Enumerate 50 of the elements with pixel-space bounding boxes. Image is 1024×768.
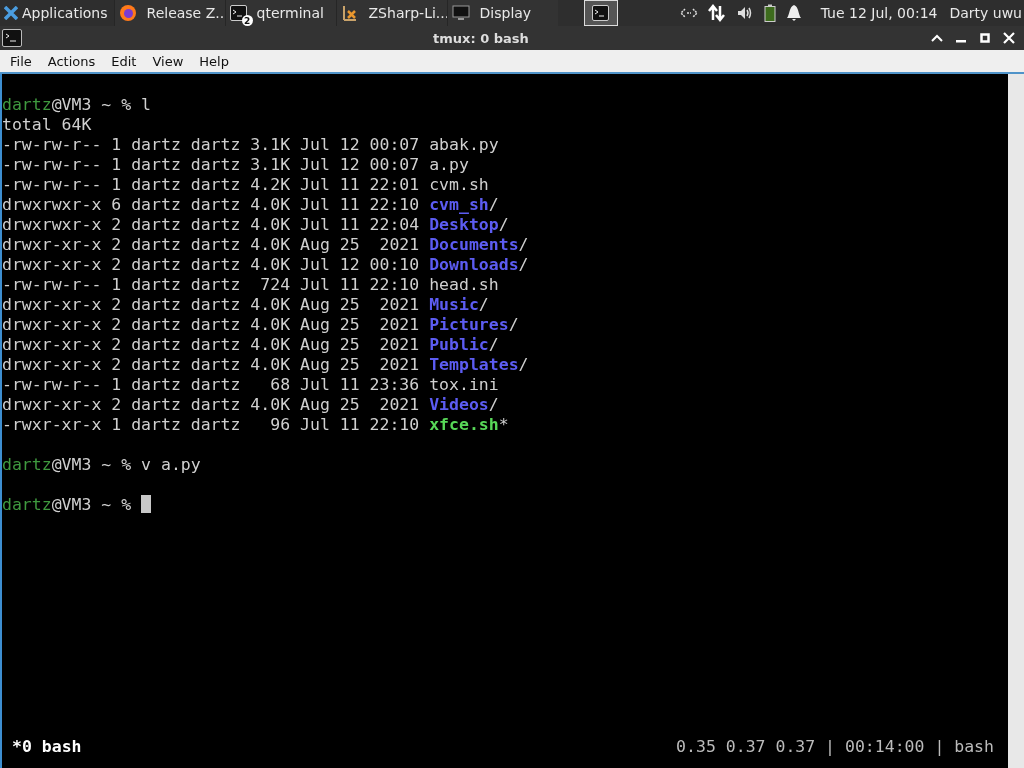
menu-item[interactable]: Help	[191, 53, 237, 69]
clock[interactable]: Tue 12 Jul, 00:14	[820, 5, 938, 21]
shade-button[interactable]	[930, 33, 944, 43]
window-title: tmux: 0 bash	[433, 30, 529, 46]
terminal-icon	[592, 5, 610, 21]
monitor-icon	[451, 5, 470, 21]
listing-line: drwxr-xr-x 2 dartz dartz 4.0K Aug 25 2021 Documents/	[2, 235, 530, 255]
editor-icon	[340, 4, 359, 22]
listing-line: drwxr-xr-x 2 dartz dartz 4.0K Aug 25 2021 Music/	[2, 295, 490, 315]
menu-item[interactable]: View	[144, 53, 192, 69]
listing-line: drwxr-xr-x 2 dartz dartz 4.0K Aug 25 2021 Pictures/	[2, 315, 520, 335]
applications-menu[interactable]: Applications	[0, 0, 114, 26]
listing-line: -rw-rw-r-- 1 dartz dartz 4.2K Jul 11 22:01 cvm.sh	[2, 175, 490, 195]
bell-icon	[785, 4, 802, 22]
terminal-icon	[2, 29, 22, 47]
listing-line: -rwxr-xr-x 1 dartz dartz 96 Jul 11 22:10 xfce.sh*	[2, 415, 510, 435]
volume-icon	[735, 5, 754, 21]
tmux-status-text: 0.35 0.37 0.37 | 00:14:00 | bash	[676, 736, 994, 756]
menu-item[interactable]: File	[2, 53, 40, 69]
listing-line: drwxr-xr-x 2 dartz dartz 4.0K Jul 12 00:10 Downloads/	[2, 255, 530, 275]
browser-icon	[118, 4, 137, 22]
listing-line: drwxrwxr-x 2 dartz dartz 4.0K Jul 11 22:04 Desktop/	[2, 215, 510, 235]
count-badge: 2	[241, 15, 253, 26]
prompt-line: dartz@VM3 ~ % l	[2, 95, 153, 115]
menu-item[interactable]: Actions	[39, 53, 104, 69]
x-logo-icon	[4, 6, 18, 20]
tmux-window-label: *0 bash	[12, 736, 82, 756]
prompt-line: dartz@VM3 ~ % v a.py	[2, 455, 202, 475]
taskbar-button[interactable]: 2 qterminal	[224, 0, 336, 26]
listing-line: -rw-rw-r-- 1 dartz dartz 3.1K Jul 12 00:07 abak.py	[2, 135, 500, 155]
prompt-line: dartz@VM3 ~ %	[2, 495, 1008, 515]
listing-line: drwxrwxr-x 6 dartz dartz 4.0K Jul 11 22:10 cvm_sh/	[2, 195, 500, 215]
scrollbar[interactable]	[1008, 74, 1024, 768]
listing-line: -rw-rw-r-- 1 dartz dartz 3.1K Jul 12 00:07 a.py	[2, 155, 470, 175]
listing-line: drwxr-xr-x 2 dartz dartz 4.0K Aug 25 2021 Templates/	[2, 355, 530, 375]
output-line: total 64K	[2, 115, 93, 135]
taskbar-button[interactable]	[583, 0, 618, 26]
menu-item[interactable]: Edit	[103, 53, 145, 69]
transfer-icon	[707, 4, 726, 22]
listing-line: -rw-rw-r-- 1 dartz dartz 724 Jul 11 22:10 head.sh	[2, 275, 500, 295]
user-name[interactable]: Darty uwu	[949, 5, 1022, 21]
listing-line: drwxr-xr-x 2 dartz dartz 4.0K Aug 25 2021 Videos/	[2, 395, 500, 415]
network-icon	[679, 7, 698, 19]
taskbar-button[interactable]: Display	[446, 0, 558, 26]
taskbar-button[interactable]: Release Z...	[113, 0, 225, 26]
listing-line: -rw-rw-r-- 1 dartz dartz 68 Jul 11 23:36 tox.ini	[2, 375, 500, 395]
close-button[interactable]	[1002, 32, 1016, 44]
maximize-button[interactable]	[978, 33, 992, 43]
battery-icon	[763, 4, 776, 22]
listing-line: drwxr-xr-x 2 dartz dartz 4.0K Aug 25 2021 Public/	[2, 335, 500, 355]
